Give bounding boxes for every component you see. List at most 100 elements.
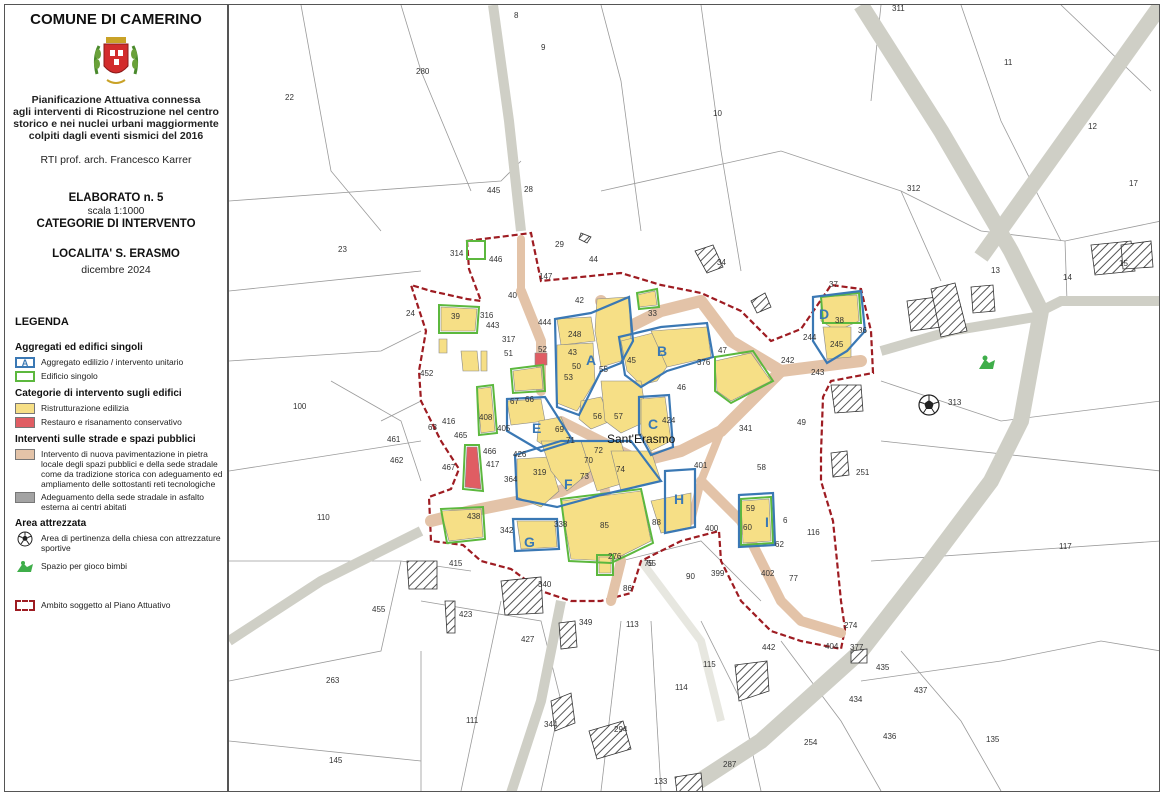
legend-item-chiesa: Area di pertinenza della chiesa con attr… <box>15 531 227 553</box>
ambito-swatch <box>15 600 35 611</box>
parcel-label: 73 <box>580 472 589 481</box>
parcel-label: 57 <box>614 412 623 421</box>
parcel-label: 145 <box>329 756 343 765</box>
parcel-label: 13 <box>991 266 1000 275</box>
parcel-label: 434 <box>849 695 863 704</box>
parcel-label: 466 <box>483 447 497 456</box>
parcel-label: 43 <box>568 348 577 357</box>
parcel-label: 33 <box>648 309 657 318</box>
author: RTI prof. arch. Francesco Karrer <box>40 154 192 166</box>
aggregate-label-c: C <box>648 416 658 432</box>
parcel-label: 40 <box>508 291 517 300</box>
parcel-label: 294 <box>614 725 628 734</box>
parcel-label: 245 <box>830 340 844 349</box>
parcel-label: 9 <box>541 43 546 52</box>
parcel-label: 251 <box>856 468 870 477</box>
parcel-label: 58 <box>757 463 766 472</box>
restauro-swatch <box>15 417 35 428</box>
parcel-label: 446 <box>489 255 503 264</box>
parcel-label: 49 <box>797 418 806 427</box>
parcel-label: 445 <box>487 186 501 195</box>
legend-item-gioco: Spazio per gioco bimbi <box>15 560 227 572</box>
parcel-label: 111 <box>466 716 479 725</box>
parcel-label: 443 <box>486 321 500 330</box>
parcel-label: 24 <box>406 309 415 318</box>
category-title: CATEGORIE DI INTERVENTO <box>36 218 196 230</box>
scale: scala 1:1000 <box>87 206 145 217</box>
playground-icon <box>979 355 995 369</box>
parcel-label: 415 <box>449 559 463 568</box>
legend-section-categorie: Categorie di intervento sugli edifici <box>15 388 182 399</box>
parcel-label: 274 <box>844 621 858 630</box>
parcel-label: 37 <box>829 280 838 289</box>
cadastral-map[interactable]: 8 9 280 311 11 22 10 12 17 312 445 28 23… <box>229 5 1160 792</box>
parcel-label: 29 <box>555 240 564 249</box>
parcel-label: 28 <box>524 185 533 194</box>
parcel-label: 45 <box>627 356 636 365</box>
parcel-label: 254 <box>804 738 818 747</box>
parcel-label: 34 <box>717 258 726 267</box>
aggregate-label-i: I <box>765 514 769 530</box>
parcel-label: 317 <box>502 335 516 344</box>
church-sports-area-icon <box>918 394 940 416</box>
legend-panel: COMUNE DI CAMERINO Pianificazione Attuat… <box>4 4 228 792</box>
legend-item-adeguamento: Adeguamento della sede stradale in asfal… <box>15 492 227 512</box>
parcel-label: 408 <box>479 413 493 422</box>
parcel-label: 340 <box>538 580 552 589</box>
parcel-label: 461 <box>387 435 401 444</box>
parcel-label: 287 <box>723 760 737 769</box>
parcel-label: 243 <box>811 368 825 377</box>
parcel-label: 341 <box>739 424 753 433</box>
parcel-label: 38 <box>835 316 844 325</box>
parcel-label: 70 <box>584 456 593 465</box>
plan-subtitle: Pianificazione Attuativa connessa agli i… <box>13 94 219 142</box>
parcel-label: 424 <box>662 416 676 425</box>
map-canvas[interactable]: 8 9 280 311 11 22 10 12 17 312 445 28 23… <box>228 4 1160 792</box>
soccer-ball-icon <box>17 531 33 546</box>
parcel-label: 74 <box>616 465 625 474</box>
parcel-label: 438 <box>467 512 481 521</box>
parcel-label: 401 <box>694 461 708 470</box>
aggregate-label-d: D <box>819 306 829 322</box>
parcel-label: 312 <box>907 184 921 193</box>
legend-item-ristrutturazione: Ristrutturazione edilizia <box>15 403 227 414</box>
parcel-label: 316 <box>480 311 494 320</box>
parcel-label: 263 <box>326 676 340 685</box>
building-swatch <box>15 371 35 382</box>
parcel-label: 14 <box>1063 273 1072 282</box>
legend-item-pavimentazione: Intervento di nuova pavimentazione in pi… <box>15 449 227 489</box>
parcel-label: 437 <box>914 686 928 695</box>
parcel-label: 364 <box>504 475 518 484</box>
playground-icon <box>17 560 33 572</box>
date: dicembre 2024 <box>81 264 151 276</box>
parcel-label: 280 <box>416 67 430 76</box>
parcel-label: 455 <box>372 605 386 614</box>
parcel-label: 314 <box>450 249 464 258</box>
parcel-label: 313 <box>948 398 962 407</box>
municipality-title: COMUNE DI CAMERINO <box>30 11 202 28</box>
asphalt-roads <box>229 5 1159 791</box>
parcel-label: 242 <box>781 356 795 365</box>
legend-item-aggregato: A Aggregato edilizio / intervento unitar… <box>15 357 227 368</box>
parcel-label: 376 <box>697 358 711 367</box>
parcel-label: 319 <box>533 468 547 477</box>
parcel-label: 417 <box>486 460 500 469</box>
parcel-label: 11 <box>1004 58 1013 67</box>
parcel-label: 63 <box>428 423 437 432</box>
pavement-swatch <box>15 449 35 460</box>
parcel-label: 8 <box>514 11 519 20</box>
parcel-label: 467 <box>442 463 456 472</box>
parcel-label: 62 <box>775 540 784 549</box>
parcel-label: 50 <box>572 362 581 371</box>
legend-section-aggregati: Aggregati ed edifici singoli <box>15 342 143 353</box>
parcel-label: 77 <box>789 574 798 583</box>
parcel-label: 72 <box>594 446 603 455</box>
parcel-label: 426 <box>513 450 527 459</box>
parcel-label: 6 <box>783 516 788 525</box>
parcel-label: 60 <box>743 523 752 532</box>
parcel-label: 416 <box>442 417 456 426</box>
parcel-label: 66 <box>525 395 534 404</box>
parcel-label: 22 <box>285 93 294 102</box>
place-name: Sant'Erasmo <box>607 432 676 446</box>
parcel-label: 444 <box>538 318 552 327</box>
